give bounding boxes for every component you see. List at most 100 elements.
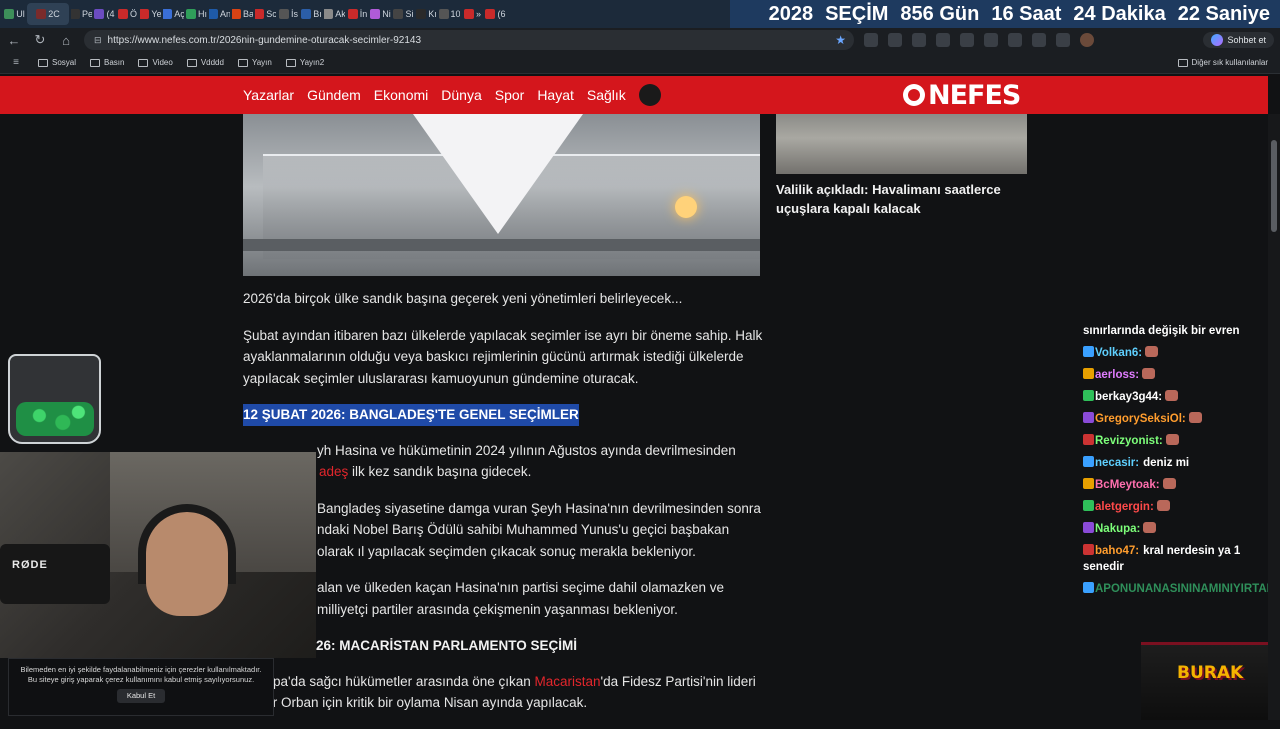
avatar[interactable] (1080, 33, 1094, 47)
more-icon[interactable] (1056, 33, 1070, 47)
chat-badge-icon (1083, 522, 1094, 533)
address-toolbar: ← ↻ ⌂ ⊟ https://www.nefes.com.tr/2026nin… (0, 28, 1280, 52)
browser-tab[interactable]: Ye (140, 3, 161, 25)
tab-label: » (475, 9, 481, 19)
other-favorites-folder[interactable]: Diğer sık kullanılanlar (1177, 58, 1268, 67)
tab-label: Bı (313, 9, 322, 19)
browser-tab[interactable]: Ul (4, 3, 25, 25)
browser-tab[interactable]: 10 (439, 3, 460, 25)
browser-tab[interactable]: Ni (370, 3, 391, 25)
copilot-chat-button[interactable]: Sohbet et (1203, 32, 1274, 48)
browser-tab[interactable]: Hı (186, 3, 207, 25)
chat-username: berkay3g44: (1095, 391, 1163, 403)
browser-tab[interactable]: (4 (94, 3, 115, 25)
extension-icon[interactable] (864, 33, 878, 47)
extension-icon[interactable] (984, 33, 998, 47)
browser-tab[interactable]: Ö (117, 3, 138, 25)
tab-favicon-icon (347, 9, 358, 19)
tab-label: Ak (335, 9, 345, 19)
chat-badge-icon (1083, 390, 1094, 401)
browser-tab[interactable]: İs (278, 3, 299, 25)
chat-username: Revizyonist: (1095, 435, 1163, 447)
reading-list-icon[interactable]: ≡ (8, 55, 24, 71)
browser-tab[interactable]: Bı (301, 3, 322, 25)
chat-emote-icon (1142, 368, 1156, 379)
tab-label: Ni (382, 9, 391, 19)
browser-tab[interactable]: Kı (416, 3, 437, 25)
split-screen-icon[interactable] (1008, 33, 1022, 47)
tab-favicon-icon (232, 9, 241, 19)
chat-badge-icon (1083, 456, 1094, 467)
bookmark-folder-yayin2[interactable]: Yayın2 (285, 58, 325, 67)
menu-item-saglik[interactable]: Sağlık (587, 87, 626, 103)
folder-icon (237, 58, 248, 67)
country-link[interactable]: adeş (319, 464, 348, 479)
menu-item-spor[interactable]: Spor (495, 87, 525, 103)
article-paragraph: Şubat ayından itibaren bazı ülkelerde ya… (243, 327, 763, 386)
browser-tab[interactable]: An (209, 3, 230, 25)
folder-icon (138, 58, 149, 67)
extension-icon[interactable] (888, 33, 902, 47)
article-paragraph: 2026'da birçok ülke sandık başına geçere… (243, 291, 683, 306)
chat-message: BcMeytoak: (1083, 474, 1273, 496)
extension-icon[interactable] (960, 33, 974, 47)
chat-badge-icon (1083, 346, 1094, 357)
chat-message: sınırlarında değişik bir evren (1083, 320, 1273, 342)
menu-item-gundem[interactable]: Gündem (307, 87, 361, 103)
browser-tab[interactable]: (6 (485, 3, 506, 25)
cookie-accept-button[interactable]: Kabul Et (116, 689, 166, 703)
tab-favicon-icon (463, 9, 474, 19)
tab-favicon-icon (94, 9, 105, 19)
favorites-icon[interactable] (1032, 33, 1046, 47)
chat-message: necasir: deniz mi (1083, 452, 1273, 474)
browser-tab[interactable]: Ak (324, 3, 345, 25)
reload-icon[interactable]: ↻ (32, 32, 48, 48)
browser-tab[interactable]: Sc (255, 3, 276, 25)
browser-tab[interactable]: Pe (71, 3, 92, 25)
browser-tab[interactable]: 2C (27, 3, 69, 25)
menu-item-dunya[interactable]: Dünya (441, 87, 481, 103)
menu-item-yazarlar[interactable]: Yazarlar (243, 87, 294, 103)
home-icon[interactable]: ⌂ (58, 32, 74, 48)
browser-tab[interactable]: » (462, 3, 483, 25)
bookmark-folder-vdddd[interactable]: Vdddd (186, 58, 224, 67)
url-bar[interactable]: ⊟ https://www.nefes.com.tr/2026nin-gunde… (84, 30, 854, 50)
menu-more-icon[interactable] (638, 84, 661, 106)
site-logo[interactable]: NEFES (903, 80, 1021, 111)
paragraph-text: pa'da sağcı hükümetler arasında öne çıka… (273, 673, 535, 689)
countdown-days: 856 Gün (900, 2, 980, 25)
bookmark-folder-video[interactable]: Video (138, 58, 173, 67)
sidebar-story-title[interactable]: Valilik açıkladı: Havalimanı saatlerce u… (776, 180, 1016, 218)
browser-tab[interactable]: Si (393, 3, 414, 25)
article-hero-image (243, 114, 760, 276)
bookmark-label: Yayın2 (299, 58, 325, 67)
menu-item-hayat[interactable]: Hayat (537, 87, 574, 103)
tab-label: Hı (198, 9, 207, 19)
copilot-icon (1211, 34, 1224, 46)
chat-message: GregorySeksiOl: (1083, 408, 1273, 430)
browser-tab[interactable]: Aç (163, 3, 184, 25)
menu-item-ekonomi[interactable]: Ekonomi (374, 87, 428, 103)
bookmark-folder-basin[interactable]: Basın (90, 58, 124, 67)
tab-label: (6 (497, 9, 506, 19)
bookmark-folder-yayin[interactable]: Yayın (237, 58, 272, 67)
bookmark-label: Video (152, 58, 173, 67)
chat-badge-icon (1083, 412, 1094, 423)
browser-tab[interactable]: İn (347, 3, 368, 25)
scrollbar-thumb[interactable] (1271, 140, 1277, 232)
country-link[interactable]: Macaristan (535, 674, 601, 689)
browser-tab[interactable]: Ba (232, 3, 253, 25)
sidebar-story-image[interactable] (776, 114, 1027, 174)
page-scrollbar[interactable] (1268, 114, 1280, 720)
favorite-star-icon[interactable]: ★ (835, 33, 846, 47)
bookmark-folder-sosyal[interactable]: Sosyal (38, 58, 76, 67)
site-info-icon[interactable]: ⊟ (94, 35, 102, 46)
extension-icon[interactable] (936, 33, 950, 47)
chat-message: Volkan6: (1083, 342, 1273, 364)
paragraph-text: ilk kez sandık başına gidecek. (348, 464, 532, 479)
tab-favicon-icon (36, 9, 47, 19)
cookie-consent-banner: Bilemeden en iyi şekilde faydalanabilmen… (8, 658, 274, 716)
bookmark-label: Vdddd (200, 58, 224, 67)
extension-icon[interactable] (912, 33, 926, 47)
back-icon[interactable]: ← (6, 32, 22, 48)
